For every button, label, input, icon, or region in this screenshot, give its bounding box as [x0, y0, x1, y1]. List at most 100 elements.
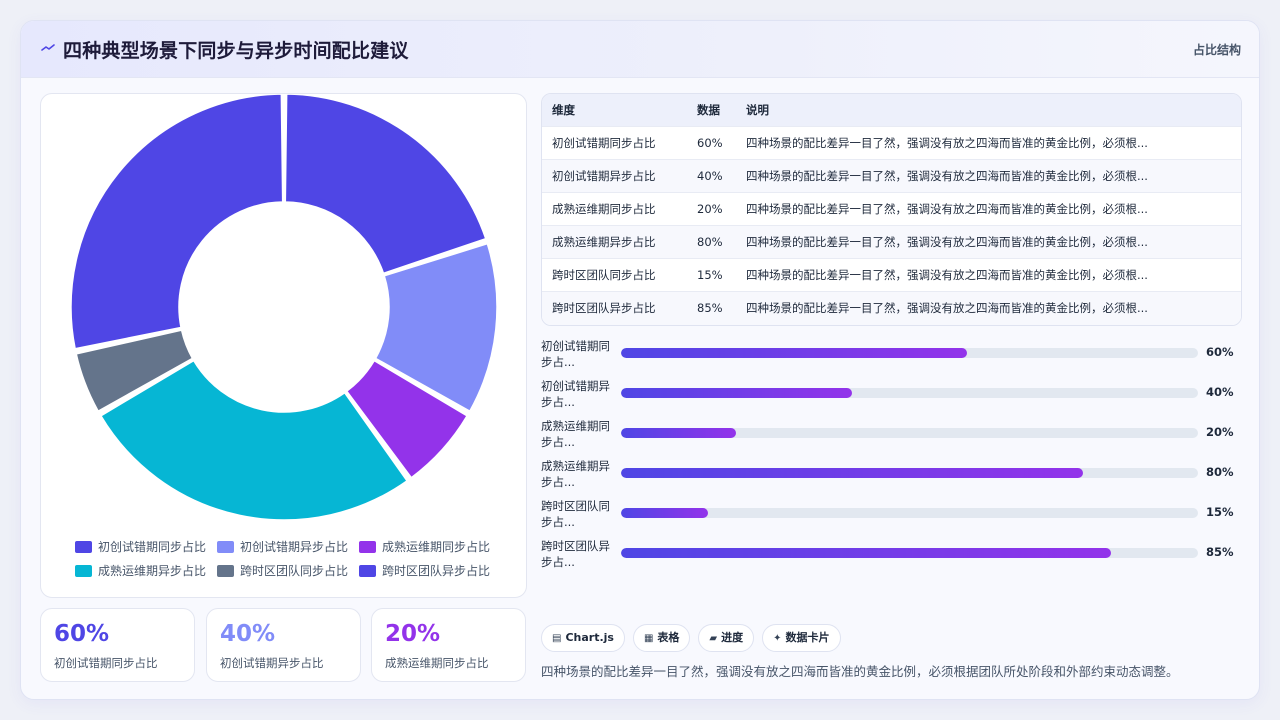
legend-swatch [217, 540, 234, 553]
chip-progress[interactable]: ▰ 进度 [698, 624, 755, 652]
chip-label: 数据卡片 [785, 631, 830, 644]
stat-value: 40% [220, 621, 276, 647]
legend-item[interactable]: 跨时区团队同步占比 [217, 562, 359, 579]
progress-row: 初创试错期同步占... 60% [541, 338, 1241, 372]
table-cell: 40% [697, 169, 723, 183]
chip-label: Chart.js [565, 631, 614, 644]
table-cell: 成熟运维期同步占比 [552, 202, 656, 216]
legend-swatch [359, 540, 376, 553]
table-cell: 成熟运维期异步占比 [552, 235, 656, 249]
table-cell: 跨时区团队异步占比 [552, 301, 656, 315]
legend-label: 跨时区团队异步占比 [382, 564, 491, 578]
chip-table[interactable]: ▦ 表格 [632, 624, 691, 652]
table-row: 成熟运维期异步占比 80% 四种场景的配比差异一目了然，强调没有放之四海而皆准的… [542, 226, 1241, 259]
progress-fill [621, 388, 852, 398]
progress-value: 60% [1206, 345, 1234, 359]
chip-label: 进度 [721, 631, 744, 644]
chip-label: 表格 [657, 631, 680, 644]
progress-value: 40% [1206, 385, 1234, 399]
sparkle-icon: ✦ [773, 633, 782, 644]
progress-track [621, 348, 1198, 358]
table-header-cell: 说明 [746, 103, 769, 117]
stat-card: 60% 初创试错期同步占比 [40, 608, 195, 682]
table-header-cell: 维度 [552, 103, 575, 117]
donut-slice[interactable] [70, 94, 284, 350]
chart-icon: ▤ [552, 633, 562, 644]
progress-label: 成熟运维期异步占... [541, 459, 610, 489]
chip-chartjs[interactable]: ▤ Chart.js [541, 624, 625, 652]
progress-track [621, 548, 1198, 558]
table-cell: 15% [697, 268, 723, 282]
progress-value: 80% [1206, 465, 1234, 479]
table-row: 跨时区团队异步占比 85% 四种场景的配比差异一目了然，强调没有放之四海而皆准的… [542, 292, 1241, 325]
table-cell: 四种场景的配比差异一目了然，强调没有放之四海而皆准的黄金比例，必须根... [746, 169, 1148, 183]
progress-fill [621, 428, 737, 438]
page-title: 四种典型场景下同步与异步时间配比建议 [63, 40, 409, 62]
stat-value: 20% [385, 621, 441, 647]
legend-label: 成熟运维期异步占比 [98, 564, 207, 578]
table-row: 初创试错期同步占比 60% 四种场景的配比差异一目了然，强调没有放之四海而皆准的… [542, 127, 1241, 160]
summary-note: 四种场景的配比差异一目了然，强调没有放之四海而皆准的黄金比例，必须根据团队所处阶… [541, 664, 1179, 679]
trend-icon [41, 44, 55, 51]
progress-value: 85% [1206, 545, 1234, 559]
progress-row: 跨时区团队异步占... 85% [541, 538, 1241, 572]
stat-value: 60% [54, 621, 110, 647]
table-header-cell: 数据 [697, 103, 720, 117]
progress-fill [621, 548, 1112, 558]
table-cell: 四种场景的配比差异一目了然，强调没有放之四海而皆准的黄金比例，必须根... [746, 136, 1148, 150]
table-row: 成熟运维期同步占比 20% 四种场景的配比差异一目了然，强调没有放之四海而皆准的… [542, 193, 1241, 226]
section-tag: 占比结构 [1192, 43, 1241, 57]
progress-label: 初创试错期同步占... [541, 339, 610, 369]
table-cell: 跨时区团队同步占比 [552, 268, 656, 282]
donut-slice[interactable] [284, 94, 487, 275]
table-cell: 四种场景的配比差异一目了然，强调没有放之四海而皆准的黄金比例，必须根... [746, 268, 1148, 282]
legend-label: 初创试错期同步占比 [98, 540, 207, 554]
chart-legend: 初创试错期同步占比 初创试错期异步占比 成熟运维期同步占比 成熟运维期异步占比 跨时区团… [75, 538, 505, 579]
progress-row: 成熟运维期异步占... 80% [541, 458, 1241, 492]
legend-item[interactable]: 初创试错期异步占比 [217, 538, 359, 555]
stat-card: 40% 初创试错期异步占比 [206, 608, 361, 682]
legend-swatch [217, 564, 234, 577]
legend-label: 初创试错期异步占比 [240, 540, 349, 554]
progress-label: 初创试错期异步占... [541, 379, 610, 409]
table-header-row: 维度 数据 说明 [542, 94, 1241, 127]
progress-row: 跨时区团队同步占... 15% [541, 498, 1241, 532]
table-cell: 60% [697, 136, 723, 150]
legend-swatch [359, 564, 376, 577]
donut-chart-panel: 初创试错期同步占比 初创试错期异步占比 成熟运维期同步占比 成熟运维期异步占比 跨时区团… [40, 93, 527, 598]
progress-value: 15% [1206, 505, 1234, 519]
progress-fill [621, 468, 1083, 478]
progress-fill [621, 508, 708, 518]
table-cell: 四种场景的配比差异一目了然，强调没有放之四海而皆准的黄金比例，必须根... [746, 235, 1148, 249]
progress-label: 成熟运维期同步占... [541, 419, 610, 449]
report-card: 四种典型场景下同步与异步时间配比建议 占比结构 初创试错期同步占比初创试错期异步… [20, 20, 1260, 700]
legend-item[interactable]: 成熟运维期同步占比 [359, 538, 501, 555]
table-icon: ▦ [643, 633, 654, 644]
stat-label: 初创试错期异步占比 [220, 656, 324, 670]
legend-item[interactable]: 成熟运维期异步占比 [75, 562, 217, 579]
progress-row: 成熟运维期同步占... 20% [541, 418, 1241, 452]
progress-track [621, 508, 1198, 518]
progress-icon: ▰ [709, 633, 718, 644]
table-cell: 初创试错期同步占比 [552, 136, 656, 150]
legend-swatch [75, 540, 92, 553]
stat-label: 成熟运维期同步占比 [385, 656, 489, 670]
progress-label: 跨时区团队同步占... [541, 499, 610, 529]
progress-track [621, 428, 1198, 438]
feature-chips: ▤ Chart.js ▦ 表格 ▰ 进度 ✦ 数据卡片 [541, 624, 841, 652]
progress-track [621, 468, 1198, 478]
progress-value: 20% [1206, 425, 1234, 439]
legend-item[interactable]: 初创试错期同步占比 [75, 538, 217, 555]
legend-item[interactable]: 跨时区团队异步占比 [359, 562, 501, 579]
progress-fill [621, 348, 968, 358]
progress-track [621, 388, 1198, 398]
table-row: 初创试错期异步占比 40% 四种场景的配比差异一目了然，强调没有放之四海而皆准的… [542, 160, 1241, 193]
legend-label: 成熟运维期同步占比 [382, 540, 491, 554]
progress-label: 跨时区团队异步占... [541, 539, 610, 569]
header: 四种典型场景下同步与异步时间配比建议 占比结构 [21, 21, 1259, 78]
table-cell: 85% [697, 301, 723, 315]
table-cell: 四种场景的配比差异一目了然，强调没有放之四海而皆准的黄金比例，必须根... [746, 301, 1148, 315]
chip-data-cards[interactable]: ✦ 数据卡片 [762, 624, 841, 652]
stat-card: 20% 成熟运维期同步占比 [371, 608, 526, 682]
legend-swatch [75, 564, 92, 577]
